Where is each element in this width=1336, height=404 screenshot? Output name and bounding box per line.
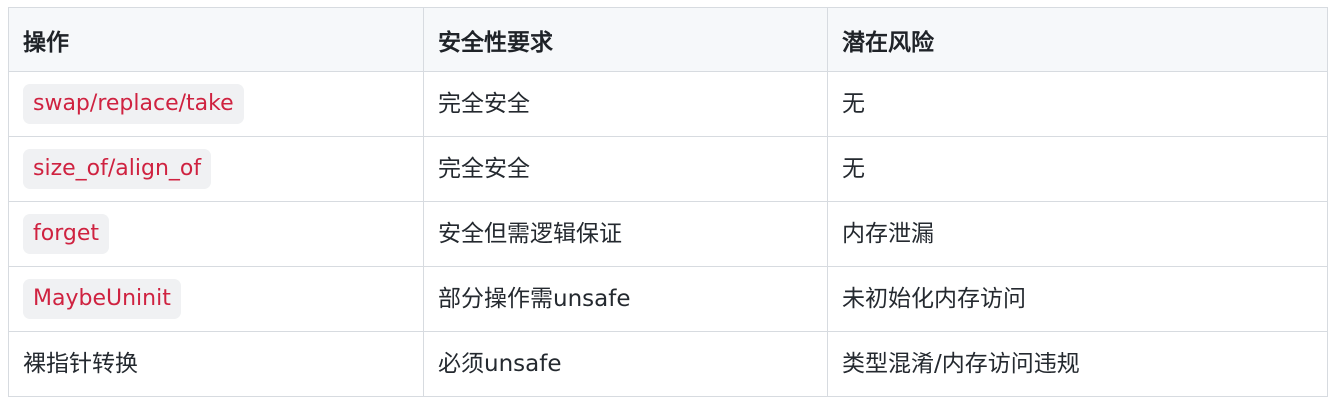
safety-text: 完全安全 [438,91,530,117]
risk-text: 无 [842,156,865,182]
table-row: 裸指针转换 必须unsafe 类型混淆/内存访问违规 [8,331,1328,397]
header-operation: 操作 [8,7,424,72]
operation-cell: forget [8,201,424,267]
safety-cell: 完全安全 [423,136,828,202]
table-body: swap/replace/take 完全安全 无 size_of/align_o… [8,71,1328,397]
header-row: 操作 安全性要求 潜在风险 [8,7,1328,72]
risk-text: 类型混淆/内存访问违规 [842,351,1080,377]
inline-code: MaybeUninit [23,279,181,319]
header-potential-risk: 潜在风险 [827,7,1328,72]
safety-text: 完全安全 [438,156,530,182]
safety-table: 操作 安全性要求 潜在风险 swap/replace/take 完全安全 无 s… [8,7,1328,397]
inline-code: size_of/align_of [23,149,212,189]
risk-cell: 类型混淆/内存访问违规 [827,331,1328,397]
table-row: swap/replace/take 完全安全 无 [8,71,1328,137]
table-header: 操作 安全性要求 潜在风险 [8,7,1328,72]
table-row: size_of/align_of 完全安全 无 [8,136,1328,202]
inline-code: forget [23,214,109,254]
risk-cell: 内存泄漏 [827,201,1328,267]
risk-text: 内存泄漏 [842,221,934,247]
operation-cell: size_of/align_of [8,136,424,202]
table-row: forget 安全但需逻辑保证 内存泄漏 [8,201,1328,267]
safety-text: 部分操作需unsafe [438,286,631,312]
header-safety-requirement: 安全性要求 [423,7,828,72]
safety-text: 必须unsafe [438,351,562,377]
safety-cell: 部分操作需unsafe [423,266,828,332]
risk-text: 未初始化内存访问 [842,286,1026,312]
safety-cell: 完全安全 [423,71,828,137]
risk-text: 无 [842,91,865,117]
safety-table-container: 操作 安全性要求 潜在风险 swap/replace/take 完全安全 无 s… [8,7,1328,397]
risk-cell: 无 [827,136,1328,202]
safety-cell: 安全但需逻辑保证 [423,201,828,267]
risk-cell: 无 [827,71,1328,137]
safety-text: 安全但需逻辑保证 [438,221,622,247]
risk-cell: 未初始化内存访问 [827,266,1328,332]
table-row: MaybeUninit 部分操作需unsafe 未初始化内存访问 [8,266,1328,332]
operation-cell: MaybeUninit [8,266,424,332]
safety-cell: 必须unsafe [423,331,828,397]
operation-text: 裸指针转换 [23,351,138,377]
inline-code: swap/replace/take [23,84,244,124]
operation-cell: 裸指针转换 [8,331,424,397]
operation-cell: swap/replace/take [8,71,424,137]
